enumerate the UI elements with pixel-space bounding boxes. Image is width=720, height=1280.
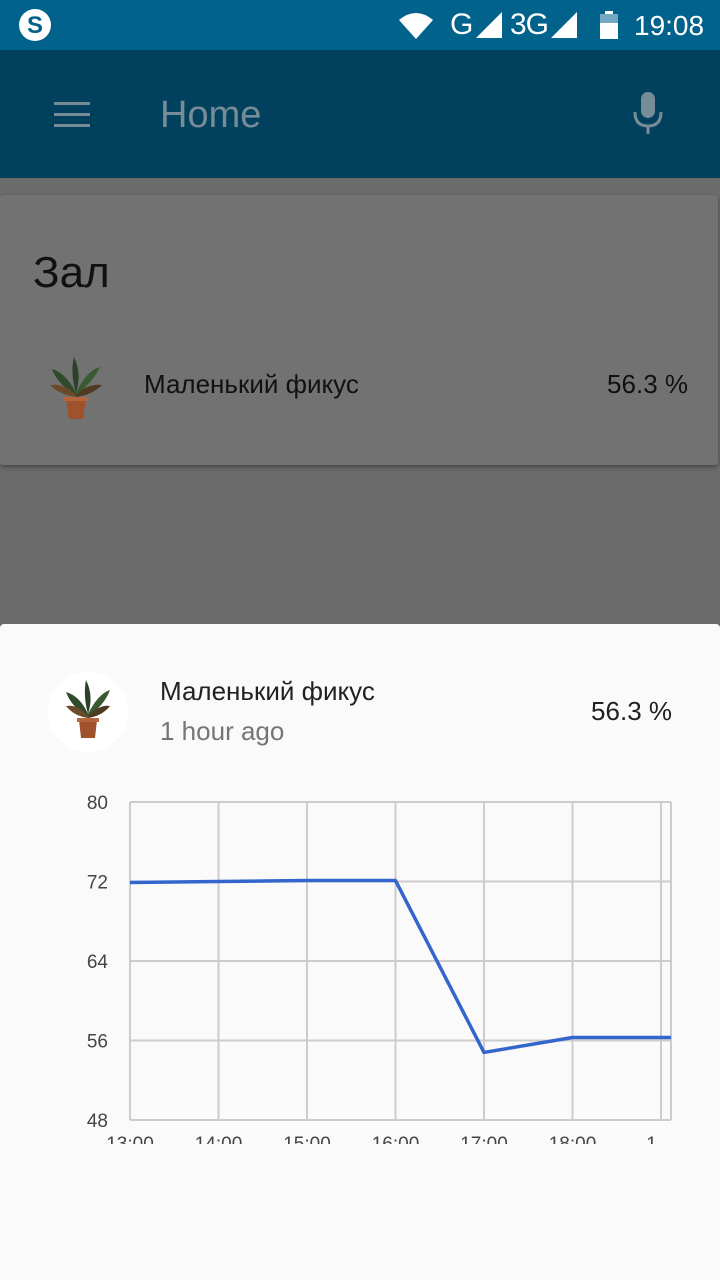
plant-detail-sheet: Маленький фикус 1 hour ago 56.3 % 80 72 64…: [0, 624, 720, 1280]
y-tick-label: 64: [87, 952, 109, 973]
mic-icon[interactable]: [632, 92, 664, 138]
last-updated: 1 hour ago: [160, 716, 285, 746]
plant-value: 56.3 %: [607, 369, 688, 399]
y-tick-label: 48: [87, 1111, 108, 1132]
x-tick-label: 14:00: [195, 1134, 243, 1144]
skype-icon: S: [19, 9, 51, 41]
y-tick-label: 80: [87, 793, 108, 814]
network-type-2: 3G: [510, 8, 549, 41]
x-tick-label: 13:00: [106, 1134, 154, 1144]
battery-icon: [600, 11, 618, 39]
clock: 19:08: [634, 10, 705, 41]
wifi-icon: [399, 13, 433, 39]
menu-icon[interactable]: [54, 102, 90, 128]
plant-icon[interactable]: [48, 355, 104, 421]
plant-name[interactable]: Маленький фикус: [144, 367, 359, 401]
plant-icon: [66, 680, 110, 738]
signal-icon: [476, 12, 502, 38]
series-line: [129, 878, 671, 1055]
y-tick-label: 56: [87, 1032, 108, 1053]
x-tick-label: 15:00: [283, 1134, 331, 1144]
x-tick-label: 17:00: [460, 1134, 508, 1144]
room-card: Зал Маленький фикус 56.3 %: [0, 195, 718, 465]
app-bar: Home: [0, 50, 720, 178]
room-title: Зал: [33, 248, 110, 297]
x-tick-label: 1…: [646, 1134, 676, 1144]
y-tick-label: 72: [87, 873, 108, 894]
network-type-1: G: [450, 8, 474, 41]
signal-icon-2: [551, 12, 577, 38]
page-title: Home: [160, 94, 262, 136]
x-tick-label: 16:00: [372, 1134, 420, 1144]
plant-value: 56.3 %: [591, 696, 672, 726]
x-tick-label: 18:00: [549, 1134, 597, 1144]
svg-text:S: S: [27, 12, 43, 39]
plant-name: Маленький фикус: [160, 676, 375, 706]
avatar: [48, 672, 128, 752]
status-bar: S G 3G 19:08: [0, 0, 720, 50]
history-chart[interactable]: 80 72 64 56 48 13:00 14:00 15:00 16:00 17:00 18:00…: [60, 784, 690, 1144]
